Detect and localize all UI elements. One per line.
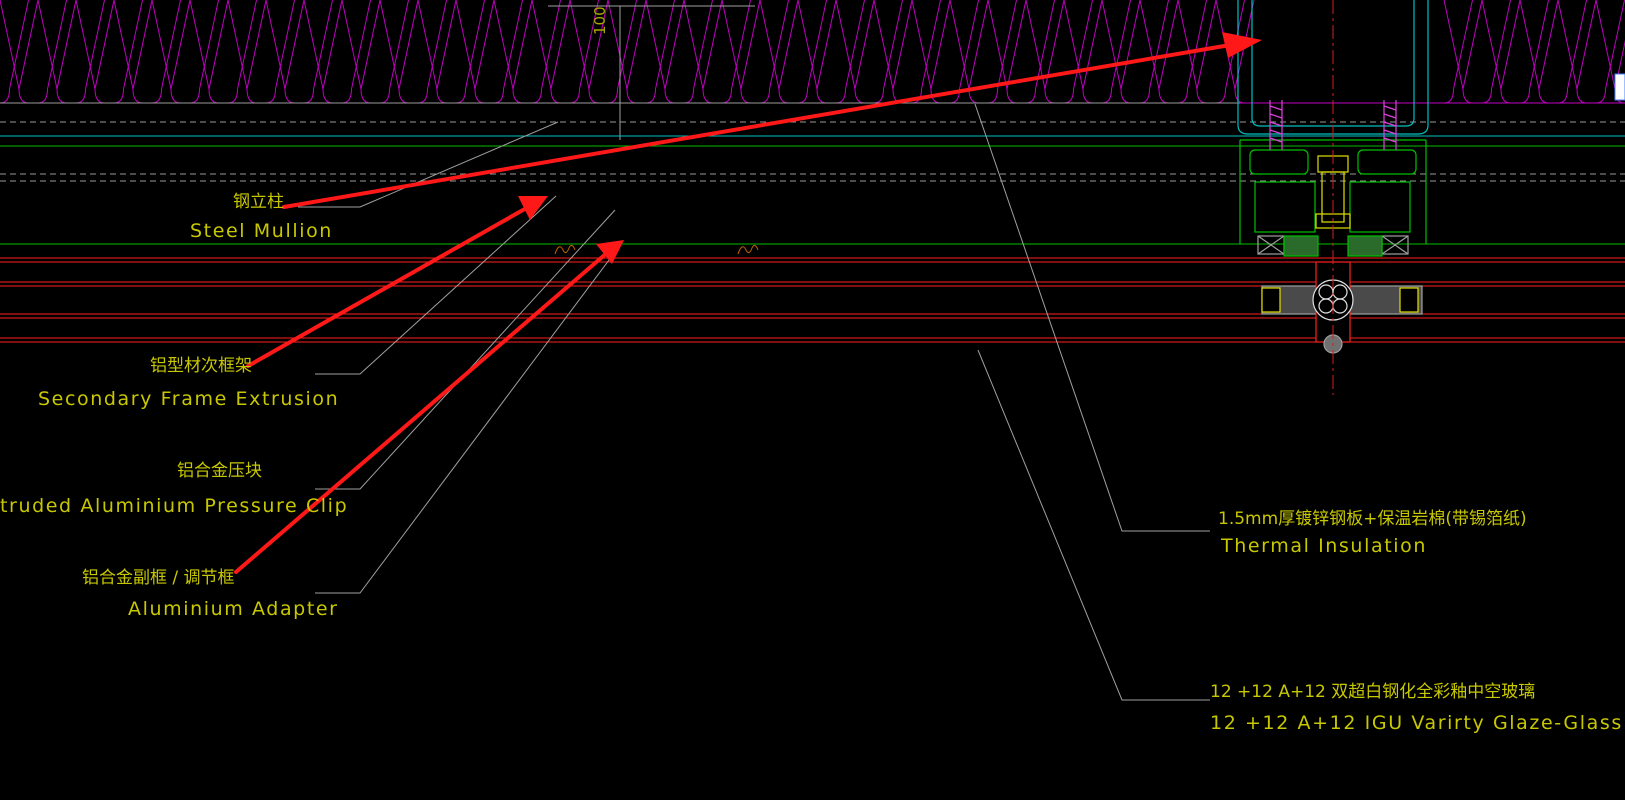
steel-mullion-label-en: Steel Mullion bbox=[190, 220, 333, 242]
glass-label-en: 12 +12 A+12 IGU Varirty Glaze-Glass bbox=[1210, 712, 1623, 734]
steel-mullion-label-zh: 钢立柱 bbox=[233, 192, 284, 212]
thermal-insulation-hatch bbox=[0, 0, 1625, 104]
glass-label-zh: 12 +12 A+12 双超白钢化全彩釉中空玻璃 bbox=[1210, 682, 1535, 702]
adapter-label-zh: 铝合金副框 / 调节框 bbox=[82, 568, 235, 588]
glass-spacer-detail bbox=[1261, 261, 1423, 354]
adapter-label-en: Aluminium Adapter bbox=[128, 598, 339, 620]
pressure-clip-label-en: truded Aluminium Pressure Clip bbox=[0, 495, 348, 517]
cad-drawing-canvas[interactable]: 100 钢立柱 Steel Mullion 铝型材次框架 Secondary F… bbox=[0, 0, 1625, 800]
thermal-insulation-label-en: Thermal Insulation bbox=[1220, 535, 1427, 557]
insulation-loops bbox=[0, 0, 1625, 104]
dimension-value: 100 bbox=[591, 6, 609, 35]
thermal-insulation-label-zh: 1.5mm厚镀锌钢板+保温岩棉(带锡箔纸) bbox=[1218, 509, 1527, 529]
secondary-frame-label-en: Secondary Frame Extrusion bbox=[38, 388, 339, 410]
viewport-edge-tab[interactable] bbox=[1614, 73, 1625, 101]
secondary-frame-label-zh: 铝型材次框架 bbox=[150, 356, 252, 376]
pressure-clip-label-zh: 铝合金压块 bbox=[177, 461, 262, 481]
sealant-symbol bbox=[554, 244, 759, 255]
